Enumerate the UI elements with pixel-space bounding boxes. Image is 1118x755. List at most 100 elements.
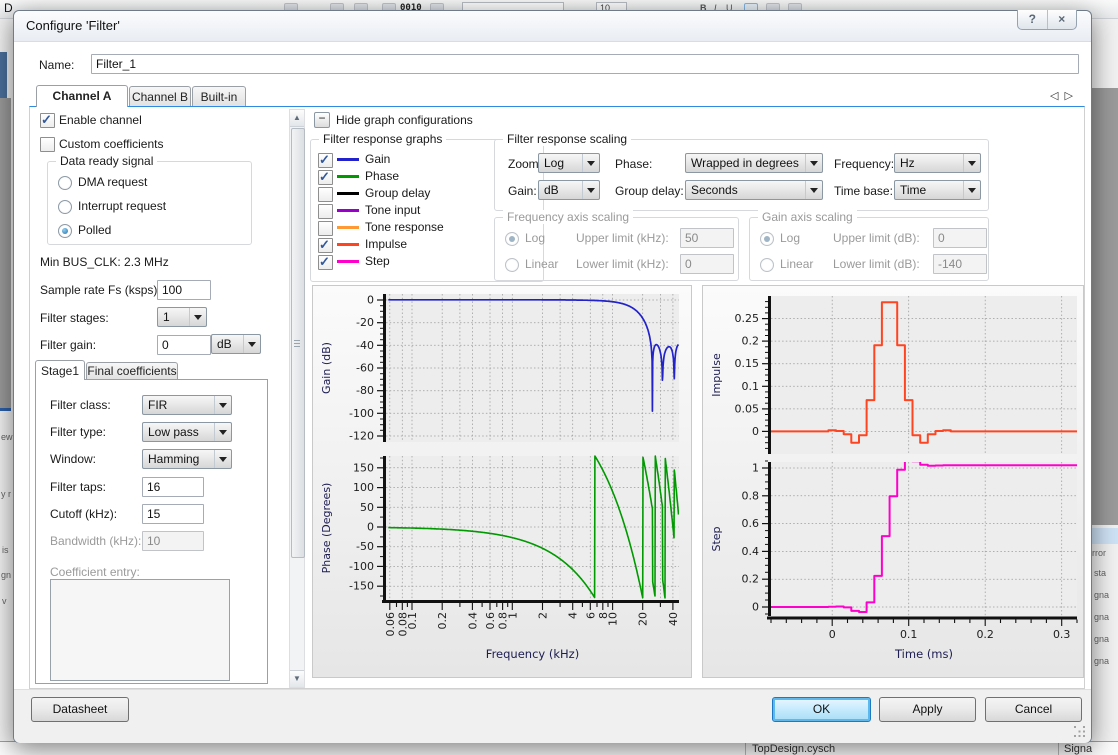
close-button[interactable]: ×: [1047, 10, 1077, 29]
polled-radio[interactable]: [58, 224, 72, 238]
group-delay-scale-combo[interactable]: Seconds: [685, 180, 823, 200]
hide-graph-config-label[interactable]: Hide graph configurations: [336, 113, 473, 127]
tab-scroll-left-icon[interactable]: ◁▷: [1050, 89, 1079, 102]
custom-coefficients-checkbox[interactable]: [40, 137, 55, 152]
scrollbar-thumb[interactable]: [291, 128, 305, 558]
name-input[interactable]: [91, 54, 1079, 74]
dma-request-radio[interactable]: [58, 176, 72, 190]
freq-upper-limit-input: [680, 228, 734, 248]
chevron-down-icon: [805, 154, 822, 172]
filter-class-combo[interactable]: FIR: [142, 395, 232, 415]
dma-request-label: DMA request: [78, 175, 147, 189]
impulse-graph-checkbox[interactable]: [318, 238, 333, 253]
tab-channel-a[interactable]: Channel A: [36, 85, 128, 107]
filter-gain-input[interactable]: [157, 335, 211, 355]
phase-scale-combo[interactable]: Wrapped in degrees: [685, 153, 823, 173]
freq-axis-group-title: Frequency axis scaling: [503, 210, 633, 224]
datasheet-button[interactable]: Datasheet: [31, 697, 129, 722]
cutoff-input[interactable]: [142, 504, 204, 524]
freq-log-label: Log: [525, 231, 545, 245]
help-button[interactable]: ?: [1018, 10, 1047, 29]
left-panel-scrollbar[interactable]: ▲ ▼: [289, 109, 305, 688]
freq-upper-limit-label: Upper limit (kHz):: [576, 231, 669, 245]
svg-text:-120: -120: [349, 430, 374, 443]
tone-input-graph-checkbox[interactable]: [318, 204, 333, 219]
filter-stages-combo[interactable]: 1: [157, 307, 207, 327]
cancel-button[interactable]: Cancel: [985, 697, 1082, 722]
filter-type-combo[interactable]: Low pass: [142, 422, 232, 442]
background-file-cell: TopDesign.cysch: [752, 743, 835, 755]
group-delay-scale-label: Group delay:: [615, 184, 684, 198]
data-ready-group: Data ready signal DMA request Interrupt …: [47, 161, 252, 245]
background-left-panel: [0, 98, 11, 408]
svg-text:0.2: 0.2: [742, 573, 760, 586]
svg-text:-50: -50: [356, 540, 374, 553]
svg-text:0.2: 0.2: [976, 628, 994, 641]
tab-scroll-right-icon[interactable]: ▷: [1064, 90, 1078, 102]
chevron-down-icon: [214, 396, 231, 414]
impulse-step-chart-panel: 0.250.20.150.10.05010.80.60.40.2000.10.2…: [702, 285, 1084, 678]
background-signal-cell: Signa: [1064, 743, 1092, 755]
svg-text:-150: -150: [349, 580, 374, 593]
gain-linear-label: Linear: [780, 257, 813, 271]
svg-text:Time (ms): Time (ms): [894, 647, 953, 661]
svg-text:150: 150: [353, 461, 374, 474]
gain-graph-label: Gain: [365, 152, 390, 166]
apply-button[interactable]: Apply: [879, 697, 976, 722]
tab-built-in[interactable]: Built-in: [192, 86, 246, 107]
group-delay-graph-checkbox[interactable]: [318, 187, 333, 202]
screen: D 0010 10 B I U ew y r is gn v rror sta …: [0, 0, 1118, 755]
tone-response-line-swatch: [337, 226, 359, 229]
custom-coefficients-label: Custom coefficients: [59, 137, 164, 151]
svg-text:1: 1: [752, 462, 759, 475]
frequency-scale-combo[interactable]: Hz: [894, 153, 981, 173]
gain-graph-checkbox[interactable]: [318, 153, 333, 168]
tab-channel-b[interactable]: Channel B: [129, 86, 191, 107]
svg-text:0.8: 0.8: [742, 489, 760, 502]
tab-stage1[interactable]: Stage1: [35, 360, 85, 380]
svg-text:50: 50: [360, 501, 374, 514]
collapse-button[interactable]: −: [314, 112, 330, 128]
step-graph-checkbox[interactable]: [318, 255, 333, 270]
window-combo[interactable]: Hamming: [142, 449, 232, 469]
background-text-fragment: gna: [1094, 634, 1109, 644]
tab-final-coefficients[interactable]: Final coefficients: [86, 362, 178, 380]
zoom-combo[interactable]: Log: [538, 153, 600, 173]
svg-text:10: 10: [607, 612, 620, 626]
coefficient-entry-box: [50, 579, 230, 681]
enable-channel-checkbox[interactable]: [40, 113, 55, 128]
dialog-titlebar[interactable]: Configure 'Filter' ? ×: [14, 11, 1091, 42]
gain-scale-combo[interactable]: dB: [538, 180, 600, 200]
scroll-down-icon[interactable]: ▼: [290, 670, 304, 687]
tone-response-graph-checkbox[interactable]: [318, 221, 333, 236]
svg-text:0.4: 0.4: [466, 612, 479, 630]
svg-text:-100: -100: [349, 407, 374, 420]
svg-text:0.6: 0.6: [742, 517, 760, 530]
filter-type-label: Filter type:: [50, 425, 106, 439]
chevron-down-icon: [963, 181, 980, 199]
filter-class-label: Filter class:: [50, 398, 111, 412]
enable-channel-label: Enable channel: [59, 113, 142, 127]
interrupt-request-radio[interactable]: [58, 200, 72, 214]
time-base-combo[interactable]: Time: [894, 180, 981, 200]
filter-response-scaling-group: Filter response scaling Zoom: Log Phase:…: [494, 139, 989, 211]
filter-gain-unit-combo[interactable]: dB: [211, 334, 261, 354]
freq-lower-limit-label: Lower limit (kHz):: [576, 257, 669, 271]
sample-rate-input[interactable]: [157, 280, 211, 300]
freq-linear-label: Linear: [525, 257, 558, 271]
scroll-up-icon[interactable]: ▲: [290, 110, 304, 127]
tab-label: Stage1: [41, 364, 79, 378]
freq-linear-radio: [505, 258, 519, 272]
svg-text:Impulse: Impulse: [710, 353, 723, 397]
resize-grip[interactable]: [1074, 726, 1086, 738]
ok-button[interactable]: OK: [772, 697, 871, 722]
tab-label: Final coefficients: [87, 364, 176, 378]
svg-text:0.15: 0.15: [735, 357, 760, 370]
svg-text:4: 4: [567, 612, 580, 619]
chevron-down-icon: [582, 154, 599, 172]
background-text-fragment: gna: [1094, 590, 1109, 600]
filter-taps-input[interactable]: [142, 477, 204, 497]
time-base-label: Time base:: [834, 184, 893, 198]
phase-graph-checkbox[interactable]: [318, 170, 333, 185]
svg-text:0: 0: [829, 628, 836, 641]
